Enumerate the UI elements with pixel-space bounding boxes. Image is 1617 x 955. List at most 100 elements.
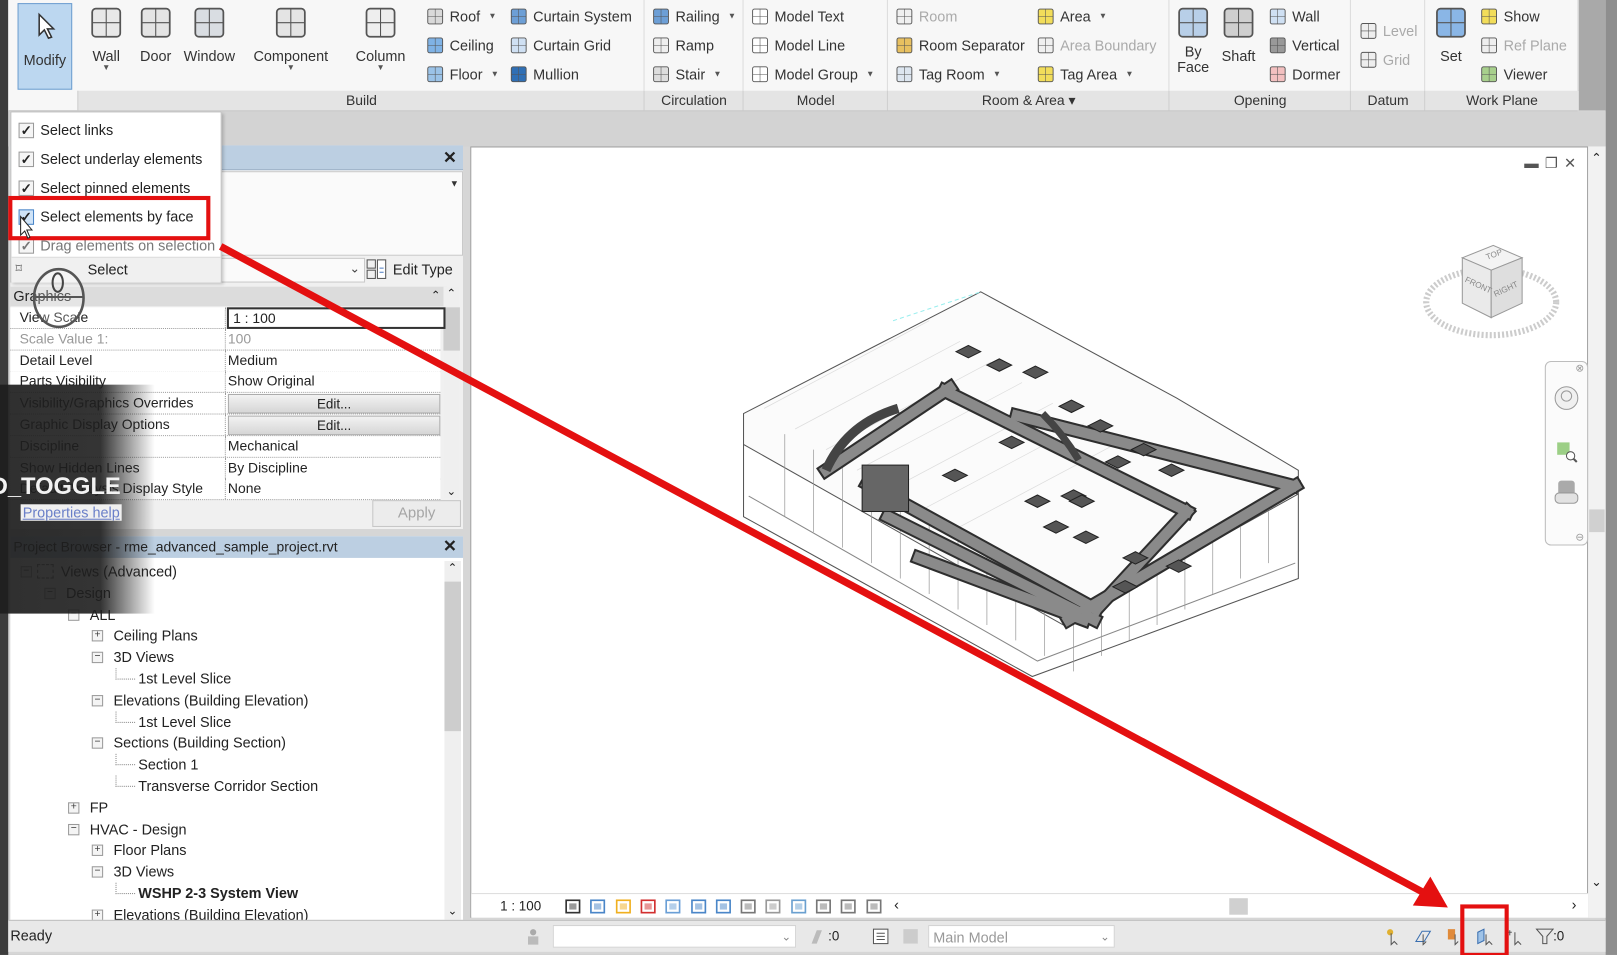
close-icon[interactable]: ⊗ — [1575, 363, 1584, 374]
shaft-button[interactable]: Shaft — [1197, 3, 1280, 64]
browser-item-elevations-building-elevation[interactable]: Elevations (Building Elevation) — [113, 690, 308, 711]
select-underlay-icon[interactable] — [1414, 927, 1433, 946]
render-dialog-icon[interactable] — [664, 897, 683, 916]
menu-item-select-pinned-elements[interactable]: ✓ Select pinned elements — [11, 174, 220, 201]
menu-item-drag-elements-on-selection[interactable]: ✓ Drag elements on selection — [11, 232, 220, 259]
checkbox[interactable]: ✓ — [18, 180, 35, 196]
browser-item-transverse-corridor-section[interactable]: Transverse Corridor Section — [138, 776, 318, 797]
browser-item-hvac-design[interactable]: HVAC - Design — [90, 818, 187, 839]
checkbox[interactable]: ✓ — [18, 209, 35, 225]
area-boundary-button[interactable]: Area Boundary — [1036, 34, 1156, 57]
property-value[interactable]: By Discipline — [228, 460, 308, 475]
window-button[interactable]: Window — [168, 3, 251, 64]
mullion-button[interactable]: Mullion — [509, 63, 579, 86]
design-options-icon[interactable] — [871, 927, 890, 946]
unlocked-3d-view-icon[interactable] — [740, 897, 759, 916]
select-pinned-icon[interactable] — [1445, 927, 1464, 946]
analytical-model-icon[interactable] — [815, 897, 834, 916]
scroll-down-icon[interactable]: ⌄ — [448, 904, 458, 917]
viewcube[interactable]: TOP FRONT RIGHT — [1421, 235, 1565, 348]
show-crop-region-icon[interactable] — [714, 897, 733, 916]
room-separator-button[interactable]: Room Separator — [895, 34, 1025, 57]
property-value[interactable]: Medium — [228, 352, 278, 367]
scroll-down-icon[interactable]: ⌄ — [447, 485, 457, 498]
expand-icon[interactable]: + — [91, 630, 104, 642]
browser-item-fp[interactable]: FP — [90, 797, 108, 818]
close-icon[interactable]: ✕ — [443, 147, 457, 168]
roof-button[interactable]: Roof ▼ — [426, 5, 497, 28]
checkbox[interactable]: ✓ — [18, 151, 35, 168]
browser-item-1st-level-slice[interactable]: 1st Level Slice — [138, 711, 231, 732]
dropdown-arrow-icon[interactable]: ▼ — [1125, 63, 1133, 86]
shadows-icon[interactable] — [639, 897, 658, 916]
ramp-button[interactable]: Ramp — [652, 34, 714, 57]
view-scale-input[interactable]: 1 : 100 — [226, 307, 446, 329]
expand-icon[interactable]: + — [91, 844, 104, 857]
collapse-icon[interactable]: − — [91, 694, 104, 707]
stair-button[interactable]: Stair ▼ — [652, 63, 722, 86]
chevron-down-icon[interactable]: ▼ — [450, 178, 459, 188]
worksets-icon[interactable] — [524, 927, 543, 946]
temporary-hide-icon[interactable] — [765, 897, 784, 916]
property-value[interactable]: Mechanical — [228, 438, 298, 453]
collapse-icon[interactable]: − — [91, 651, 104, 664]
property-value[interactable]: None — [228, 481, 261, 496]
browser-item-3d-views[interactable]: 3D Views — [113, 861, 174, 882]
dropdown-arrow-icon[interactable]: ▼ — [728, 5, 736, 28]
crop-view-icon[interactable] — [689, 897, 708, 916]
collapse-icon[interactable]: − — [91, 866, 104, 878]
browser-item-section-1[interactable]: Section 1 — [138, 754, 198, 775]
menu-item-select-links[interactable]: ✓ Select links — [11, 117, 220, 144]
dropdown-arrow-icon[interactable]: ▼ — [866, 63, 874, 86]
dropdown-arrow-icon[interactable]: ▼ — [250, 63, 333, 72]
browser-item-wshp-2-3-system-view[interactable]: WSHP 2-3 System View — [138, 883, 298, 904]
browser-item-floor-plans[interactable]: Floor Plans — [113, 840, 186, 861]
scroll-left-icon[interactable]: ‹ — [894, 896, 899, 913]
dropdown-arrow-icon[interactable]: ▼ — [491, 63, 499, 86]
scroll-up-icon[interactable]: ⌃ — [448, 561, 458, 574]
scrollbar-thumb[interactable] — [444, 581, 461, 732]
curtain-grid-button[interactable]: Curtain Grid — [509, 34, 611, 57]
viewer-button[interactable]: Viewer — [1480, 63, 1547, 86]
property-value[interactable]: Show Original — [228, 374, 315, 389]
active-workset-dropdown[interactable]: ⌄ — [552, 925, 797, 948]
edit-type-button[interactable]: Edit Type — [366, 257, 453, 282]
filter-icon[interactable] — [1535, 927, 1555, 946]
floor-button[interactable]: Floor ▼ — [426, 63, 499, 86]
view-scale-button[interactable]: 1 : 100 — [500, 898, 541, 913]
browser-item-ceiling-plans[interactable]: Ceiling Plans — [113, 625, 197, 646]
ref-plane-button[interactable]: Ref Plane — [1480, 34, 1567, 57]
collapse-icon[interactable]: − — [91, 737, 104, 750]
viewport-vertical-scrollbar[interactable]: ⌃ ⌄ — [1588, 146, 1606, 918]
model-group-button[interactable]: Model Group ▼ — [751, 63, 874, 86]
browser-item-1st-level-slice[interactable]: 1st Level Slice — [138, 668, 231, 689]
model-text-button[interactable]: Model Text — [751, 5, 844, 28]
detail-level-icon[interactable] — [564, 897, 583, 916]
scrollbar-thumb[interactable] — [1589, 509, 1605, 533]
dropdown-arrow-icon[interactable]: ▼ — [993, 63, 1001, 86]
restore-icon[interactable]: ❐ — [1545, 155, 1558, 173]
reveal-hidden-icon[interactable] — [790, 897, 809, 916]
properties-scrollbar[interactable]: ⌃ ⌄ — [443, 286, 460, 499]
expand-icon[interactable]: + — [68, 802, 80, 814]
ceiling-button[interactable]: Ceiling — [426, 34, 494, 57]
column-button[interactable]: Column ▼ — [339, 3, 422, 72]
orbit-icon[interactable] — [1553, 477, 1580, 508]
edit-button[interactable]: Edit... — [227, 394, 441, 414]
tag-area-button[interactable]: Tag Area ▼ — [1036, 63, 1134, 86]
dropdown-arrow-icon[interactable]: ▼ — [339, 63, 422, 72]
select-by-face-icon[interactable] — [1476, 927, 1495, 946]
visual-style-icon[interactable] — [589, 897, 608, 916]
show-button[interactable]: Show — [1480, 5, 1540, 28]
dropdown-arrow-icon[interactable]: ▼ — [1099, 5, 1107, 28]
design-option-dropdown[interactable]: Main Model ⌄ — [928, 925, 1115, 948]
edit-button[interactable]: Edit... — [227, 415, 441, 436]
sun-path-icon[interactable] — [614, 897, 633, 916]
close-icon[interactable]: ✕ — [1564, 155, 1576, 173]
exclude-options-icon[interactable] — [901, 927, 920, 946]
browser-item-3d-views[interactable]: 3D Views — [113, 647, 174, 668]
apply-button[interactable]: Apply — [372, 500, 461, 527]
zoom-region-icon[interactable] — [1555, 440, 1578, 463]
tag-room-button[interactable]: Tag Room ▼ — [895, 63, 1001, 86]
browser-scrollbar[interactable]: ⌃ ⌄ — [444, 561, 461, 920]
